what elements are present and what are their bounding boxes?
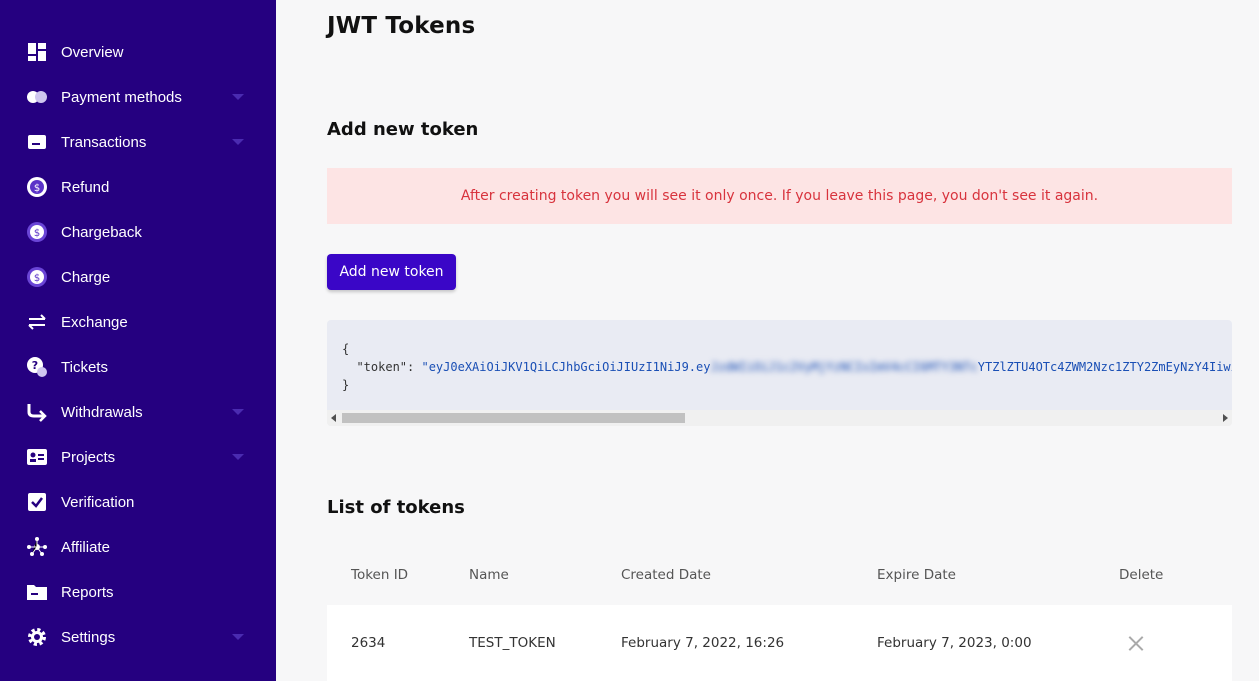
- sidebar-item-label: Affiliate: [61, 538, 110, 556]
- sidebar-item-charge[interactable]: $ Charge: [0, 257, 276, 297]
- warning-alert: After creating token you will see it onl…: [327, 168, 1232, 224]
- sidebar-item-tickets[interactable]: ? Tickets: [0, 347, 276, 387]
- sidebar-item-chargeback[interactable]: $ Chargeback: [0, 212, 276, 252]
- sidebar-item-settings[interactable]: Settings: [0, 617, 276, 657]
- card-icon: [26, 131, 48, 153]
- token-id-cell: 2634: [351, 635, 386, 651]
- page-title: JWT Tokens: [327, 13, 476, 39]
- list-tokens-section-title: List of tokens: [327, 497, 465, 518]
- sidebar-item-label: Exchange: [61, 313, 128, 331]
- code-close-brace: }: [342, 378, 350, 392]
- svg-text:$: $: [34, 273, 40, 284]
- id-card-icon: [26, 446, 48, 468]
- scroll-left-icon[interactable]: [331, 414, 336, 422]
- sidebar-item-withdrawals[interactable]: Withdrawals: [0, 392, 276, 432]
- chevron-down-icon: [232, 409, 244, 415]
- chevron-down-icon: [232, 94, 244, 100]
- table-header: Token ID Name Created Date Expire Date D…: [327, 545, 1232, 605]
- gear-icon: [26, 626, 48, 648]
- sidebar-item-label: Chargeback: [61, 223, 142, 241]
- sidebar-item-label: Withdrawals: [61, 403, 143, 421]
- token-code-block[interactable]: { "token": "eyJ0eXAiOiJKV1QiLCJhbGciOiJI…: [327, 320, 1232, 426]
- code-token-value: "eyJ0eXAiOiJKV1QiLCJhbGciOiJIUzI1NiJ9.ey: [421, 360, 711, 374]
- chevron-down-icon: [232, 634, 244, 640]
- sidebar-item-reports[interactable]: Reports: [0, 572, 276, 612]
- chevron-down-icon: [232, 454, 244, 460]
- network-icon: [26, 536, 48, 558]
- sidebar: Overview Payment methods Transactions $ …: [0, 0, 276, 681]
- svg-text:$: $: [34, 183, 40, 194]
- sidebar-item-exchange[interactable]: Exchange: [0, 302, 276, 342]
- column-header-token-id: Token ID: [351, 567, 409, 583]
- help-chat-icon: ?: [26, 356, 48, 378]
- sidebar-item-label: Settings: [61, 628, 116, 646]
- sidebar-item-refund[interactable]: $ Refund: [0, 167, 276, 207]
- sidebar-item-label: Overview: [61, 43, 124, 61]
- sidebar-item-label: Reports: [61, 583, 114, 601]
- scroll-thumb[interactable]: [342, 413, 685, 423]
- sidebar-item-overview[interactable]: Overview: [0, 32, 276, 72]
- tokens-table: Token ID Name Created Date Expire Date D…: [327, 545, 1232, 681]
- dollar-circle-icon: $: [26, 266, 48, 288]
- sidebar-item-transactions[interactable]: Transactions: [0, 122, 276, 162]
- token-name-cell: TEST_TOKEN: [469, 635, 556, 651]
- horizontal-scrollbar[interactable]: [327, 410, 1232, 426]
- dashboard-icon: [26, 41, 48, 63]
- table-row: 2634 TEST_TOKEN February 7, 2022, 16:26 …: [327, 605, 1232, 681]
- toggle-icon: [26, 86, 48, 108]
- column-header-name: Name: [469, 567, 509, 583]
- sidebar-item-label: Charge: [61, 268, 111, 286]
- svg-text:$: $: [34, 228, 40, 239]
- sidebar-item-label: Tickets: [61, 358, 108, 376]
- alert-text: After creating token you will see it onl…: [460, 188, 1099, 204]
- svg-text:?: ?: [32, 359, 38, 372]
- arrow-turn-icon: [26, 401, 48, 423]
- code-open-brace: {: [342, 342, 350, 356]
- main-content: JWT Tokens Add new token After creating …: [276, 0, 1259, 681]
- scroll-right-icon[interactable]: [1223, 414, 1228, 422]
- code-token-value-tail: YTZlZTU4OTc4ZWM2Nzc1ZTY2ZmEyNzY4IiwidG9: [977, 360, 1232, 374]
- sidebar-item-verification[interactable]: Verification: [0, 482, 276, 522]
- sidebar-item-label: Projects: [61, 448, 116, 466]
- delete-cell: [1128, 605, 1144, 681]
- column-header-expire-date: Expire Date: [877, 567, 956, 583]
- sidebar-item-label: Verification: [61, 493, 135, 511]
- token-json: { "token": "eyJ0eXAiOiJKV1QiLCJhbGciOiJI…: [342, 340, 1232, 394]
- sidebar-item-label: Payment methods: [61, 88, 182, 106]
- code-token-key: "token":: [342, 360, 422, 374]
- folder-icon: [26, 581, 48, 603]
- chevron-down-icon: [232, 139, 244, 145]
- expire-date-cell: February 7, 2023, 0:00: [877, 635, 1032, 651]
- close-icon[interactable]: [1128, 635, 1144, 651]
- created-date-cell: February 7, 2022, 16:26: [621, 635, 785, 651]
- sidebar-item-label: Transactions: [61, 133, 147, 151]
- column-header-delete: Delete: [1119, 567, 1164, 583]
- column-header-created-date: Created Date: [621, 567, 711, 583]
- add-new-token-button[interactable]: Add new token: [327, 254, 456, 290]
- add-token-section-title: Add new token: [327, 119, 479, 140]
- exchange-arrows-icon: [26, 311, 48, 333]
- checkbox-icon: [26, 491, 48, 513]
- sidebar-item-label: Refund: [61, 178, 110, 196]
- sidebar-item-affiliate[interactable]: Affiliate: [0, 527, 276, 567]
- sidebar-item-payment-methods[interactable]: Payment methods: [0, 77, 276, 117]
- dollar-circle-icon: $: [26, 176, 48, 198]
- dollar-circle-icon: $: [26, 221, 48, 243]
- code-token-value-blurred: JzdWIiOiJ1c2VyMjYzNCIsImV4cCI6MTY3NTc: [710, 360, 978, 374]
- sidebar-item-projects[interactable]: Projects: [0, 437, 276, 477]
